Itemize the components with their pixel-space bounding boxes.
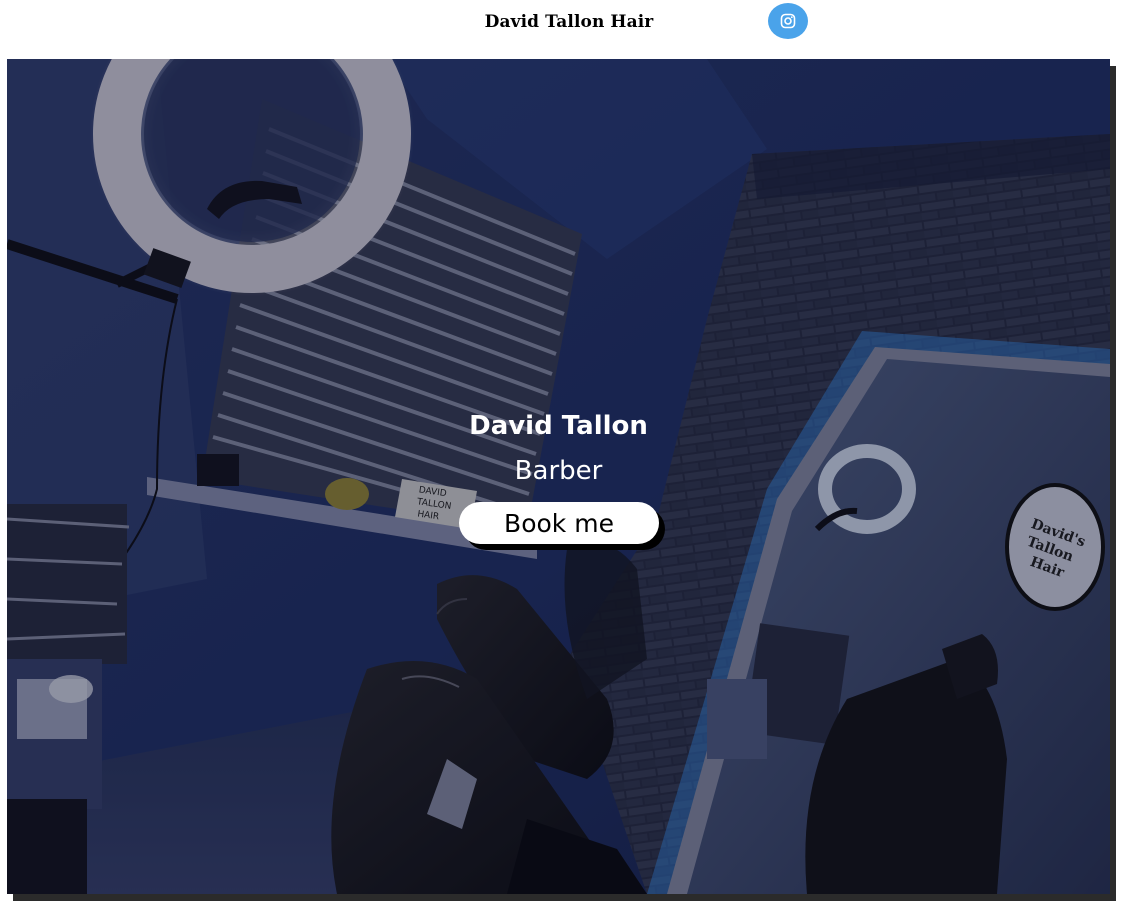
instagram-icon — [780, 13, 796, 29]
hero-name: David Tallon — [469, 411, 648, 441]
site-header: David Tallon Hair — [0, 0, 1134, 58]
site-title[interactable]: David Tallon Hair — [0, 12, 1134, 32]
hero-banner: DAVID TALLON HAIR David's Tallon Hair Da… — [7, 59, 1110, 894]
instagram-button[interactable] — [768, 3, 808, 39]
book-me-button[interactable]: Book me — [459, 502, 659, 544]
hero-role: Barber — [514, 456, 603, 486]
